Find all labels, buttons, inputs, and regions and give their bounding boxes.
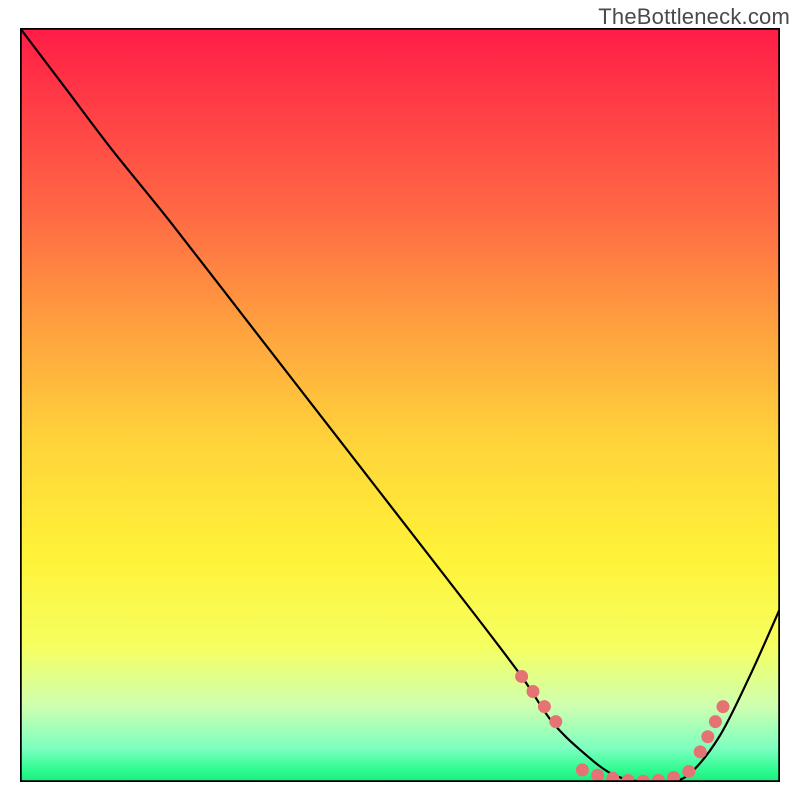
watermark-text: TheBottleneck.com: [598, 4, 790, 30]
chart-container: TheBottleneck.com: [0, 0, 800, 800]
axes-border: [20, 28, 780, 782]
